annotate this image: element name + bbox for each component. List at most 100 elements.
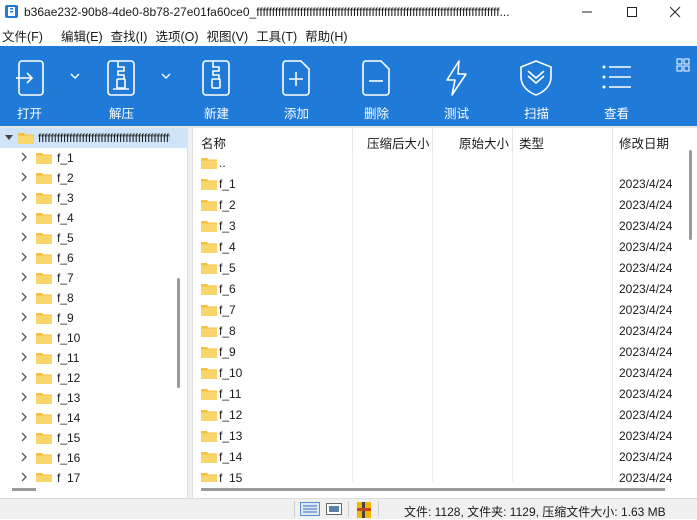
tree-item[interactable]: f_11 — [0, 348, 187, 368]
grid-menu-icon[interactable] — [676, 58, 690, 72]
column-name[interactable]: 名称 — [193, 128, 353, 152]
tree-item[interactable]: f_7 — [0, 268, 187, 288]
chevron-right-icon[interactable] — [20, 232, 28, 242]
tree-item[interactable]: f_13 — [0, 388, 187, 408]
list-horizontal-scrollbar[interactable] — [193, 482, 697, 498]
details-view-icon[interactable] — [300, 502, 320, 516]
menu-file[interactable]: 文件(F) — [0, 26, 49, 45]
chevron-right-icon[interactable] — [20, 152, 28, 162]
delete-button[interactable]: 删除 — [351, 46, 401, 126]
list-scrollbar-thumb[interactable] — [689, 150, 692, 240]
chevron-right-icon[interactable] — [20, 372, 28, 382]
chevron-right-icon[interactable] — [20, 172, 28, 182]
row-name: f_7 — [219, 303, 236, 317]
list-row[interactable]: f_8 2023/4/24 — [193, 320, 688, 341]
chevron-right-icon[interactable] — [20, 452, 28, 462]
list-row[interactable]: f_12 2023/4/24 — [193, 404, 688, 425]
folder-icon — [36, 453, 52, 464]
tree-item[interactable]: f_12 — [0, 368, 187, 388]
menu-help[interactable]: 帮助(H) — [303, 26, 353, 45]
tree-item[interactable]: f_4 — [0, 208, 187, 228]
tree-item-label: f_14 — [57, 411, 81, 425]
maximize-button[interactable] — [610, 0, 654, 24]
list-row[interactable]: f_11 2023/4/24 — [193, 383, 688, 404]
close-button[interactable] — [653, 0, 697, 24]
tree-item[interactable]: f_5 — [0, 228, 187, 248]
row-modified-date: 2023/4/24 — [619, 387, 673, 401]
menu-find[interactable]: 查找(I) — [109, 26, 154, 45]
tree-item[interactable]: f_6 — [0, 248, 187, 268]
menu-view[interactable]: 视图(V) — [205, 26, 255, 45]
chevron-right-icon[interactable] — [20, 332, 28, 342]
folder-icon — [36, 353, 52, 364]
new-button[interactable]: 新建 — [191, 46, 241, 126]
tree-item[interactable]: f_8 — [0, 288, 187, 308]
chevron-right-icon[interactable] — [20, 192, 28, 202]
list-row[interactable]: f_6 2023/4/24 — [193, 278, 688, 299]
tree-item[interactable]: f_2 — [0, 168, 187, 188]
column-packed-size[interactable]: 压缩后大小 — [353, 128, 433, 152]
scan-button[interactable]: 扫描 — [511, 46, 561, 126]
tree-item[interactable]: f_16 — [0, 448, 187, 468]
column-original-size[interactable]: 原始大小 — [433, 128, 513, 152]
chevron-right-icon[interactable] — [20, 292, 28, 302]
chevron-right-icon[interactable] — [20, 432, 28, 442]
extract-button[interactable]: 解压 — [96, 46, 146, 126]
file-list[interactable]: 名称 压缩后大小 原始大小 类型 修改日期 .. f_1 2023/4/24 f_2… — [193, 128, 697, 498]
tree-item[interactable]: f_14 — [0, 408, 187, 428]
menu-options[interactable]: 选项(O) — [153, 26, 204, 45]
folder-icon — [201, 305, 217, 316]
folder-icon — [36, 373, 52, 384]
extract-dropdown-arrow-icon[interactable] — [161, 73, 171, 79]
tree-horizontal-scrollbar[interactable] — [0, 482, 187, 498]
list-row[interactable]: f_14 2023/4/24 — [193, 446, 688, 467]
column-modified-date[interactable]: 修改日期 — [613, 128, 693, 152]
tree-item[interactable]: f_9 — [0, 308, 187, 328]
menu-edit[interactable]: 编辑(E) — [59, 26, 109, 45]
chevron-right-icon[interactable] — [20, 312, 28, 322]
list-row[interactable]: f_13 2023/4/24 — [193, 425, 688, 446]
chevron-right-icon[interactable] — [20, 412, 28, 422]
add-button[interactable]: 添加 — [271, 46, 321, 126]
chevron-down-icon[interactable] — [4, 134, 14, 142]
folder-tree[interactable]: ffffffffffffffffffffffffffffffffffffffff… — [0, 128, 187, 482]
row-name: f_5 — [219, 261, 236, 275]
open-dropdown-arrow-icon[interactable] — [70, 73, 80, 79]
list-row[interactable]: f_2 2023/4/24 — [193, 194, 688, 215]
parent-folder-row[interactable]: .. — [193, 152, 688, 173]
thumbnail-view-icon[interactable] — [326, 502, 342, 516]
chevron-right-icon[interactable] — [20, 212, 28, 222]
row-name: f_6 — [219, 282, 236, 296]
row-modified-date: 2023/4/24 — [619, 261, 673, 275]
minimize-button[interactable] — [565, 0, 609, 24]
chevron-right-icon[interactable] — [20, 472, 28, 482]
folder-icon — [201, 368, 217, 379]
chevron-right-icon[interactable] — [20, 252, 28, 262]
test-button[interactable]: 测试 — [431, 46, 481, 126]
menu-tools[interactable]: 工具(T) — [254, 26, 303, 45]
list-row[interactable]: f_3 2023/4/24 — [193, 215, 688, 236]
column-type[interactable]: 类型 — [513, 128, 613, 152]
tree-hscroll-thumb[interactable] — [12, 488, 36, 491]
tree-root-item[interactable]: ffffffffffffffffffffffffffffffffffffffff… — [0, 128, 187, 148]
tree-item[interactable]: f_10 — [0, 328, 187, 348]
tree-item[interactable]: f_17 — [0, 468, 187, 482]
list-hscroll-thumb[interactable] — [201, 488, 665, 491]
tree-item[interactable]: f_3 — [0, 188, 187, 208]
chevron-right-icon[interactable] — [20, 272, 28, 282]
list-row[interactable]: f_4 2023/4/24 — [193, 236, 688, 257]
tree-scrollbar-thumb[interactable] — [177, 278, 180, 388]
tree-item[interactable]: f_15 — [0, 428, 187, 448]
list-row[interactable]: f_10 2023/4/24 — [193, 362, 688, 383]
chevron-right-icon[interactable] — [20, 352, 28, 362]
list-row[interactable]: f_9 2023/4/24 — [193, 341, 688, 362]
tree-item[interactable]: f_1 — [0, 148, 187, 168]
open-button[interactable]: 打开 — [6, 46, 56, 126]
list-row[interactable]: f_7 2023/4/24 — [193, 299, 688, 320]
archive-info-icon — [357, 502, 371, 518]
chevron-right-icon[interactable] — [20, 392, 28, 402]
list-row[interactable]: f_5 2023/4/24 — [193, 257, 688, 278]
view-button[interactable]: 查看 — [591, 46, 641, 126]
title-bar[interactable]: b36ae232-90b8-4de0-8b78-27e01fa60ce0_fff… — [0, 0, 697, 24]
list-row[interactable]: f_1 2023/4/24 — [193, 173, 688, 194]
